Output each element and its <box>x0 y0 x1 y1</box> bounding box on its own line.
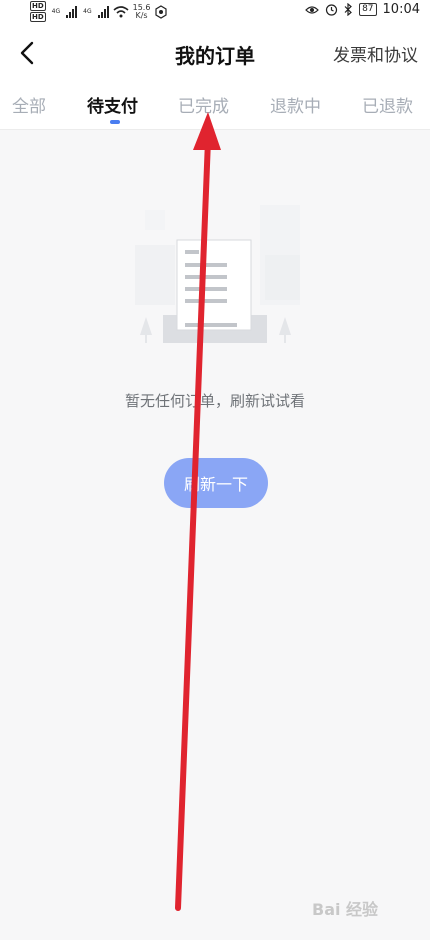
empty-state-message: 暂无任何订单，刷新试试看 <box>124 392 305 410</box>
status-bar: HD HD 4G 4G 15.6 K/s 87 10:04 <box>0 0 430 22</box>
empty-orders-illustration <box>135 205 300 343</box>
tab-pending-payment[interactable]: 待支付 <box>87 92 138 117</box>
tab-completed[interactable]: 已完成 <box>178 92 229 117</box>
network-type: 4G <box>51 8 61 15</box>
tab-refunded[interactable]: 已退款 <box>362 92 413 117</box>
signal-icon <box>97 5 109 18</box>
shield-icon <box>155 4 168 19</box>
order-tabs: 全部 待支付 已完成 退款中 已退款 <box>0 88 430 130</box>
nav-bar: 我的订单 发票和协议 <box>0 30 430 78</box>
speed-unit: K/s <box>135 10 148 20</box>
clock-time: 10:04 <box>382 2 420 17</box>
network-type: 4G <box>83 8 92 15</box>
alarm-icon <box>325 4 338 16</box>
tab-all[interactable]: 全部 <box>12 92 46 117</box>
wifi-icon <box>113 5 129 17</box>
tabs-divider <box>0 129 430 130</box>
status-right: 87 10:04 <box>305 2 420 17</box>
network-speed: 15.6 K/s <box>133 3 151 20</box>
top-section: HD HD 4G 4G 15.6 K/s 87 10:04 我的订单 发票和协议… <box>0 0 430 130</box>
watermark: Bai 经验 <box>312 900 379 919</box>
status-left: HD HD 4G 4G 15.6 K/s <box>30 1 168 22</box>
hd-icon: HD <box>30 12 46 22</box>
active-tab-indicator <box>110 120 120 124</box>
battery-icon: 87 <box>359 3 377 16</box>
signal-icon <box>66 5 78 18</box>
eye-icon <box>305 5 319 14</box>
bluetooth-icon <box>344 3 352 16</box>
hd-badges: HD HD <box>30 1 46 22</box>
invoice-agreement-link[interactable]: 发票和协议 <box>333 41 418 66</box>
tab-refunding[interactable]: 退款中 <box>270 92 321 117</box>
refresh-button[interactable]: 刷新一下 <box>164 458 268 508</box>
hd-icon: HD <box>30 1 46 11</box>
